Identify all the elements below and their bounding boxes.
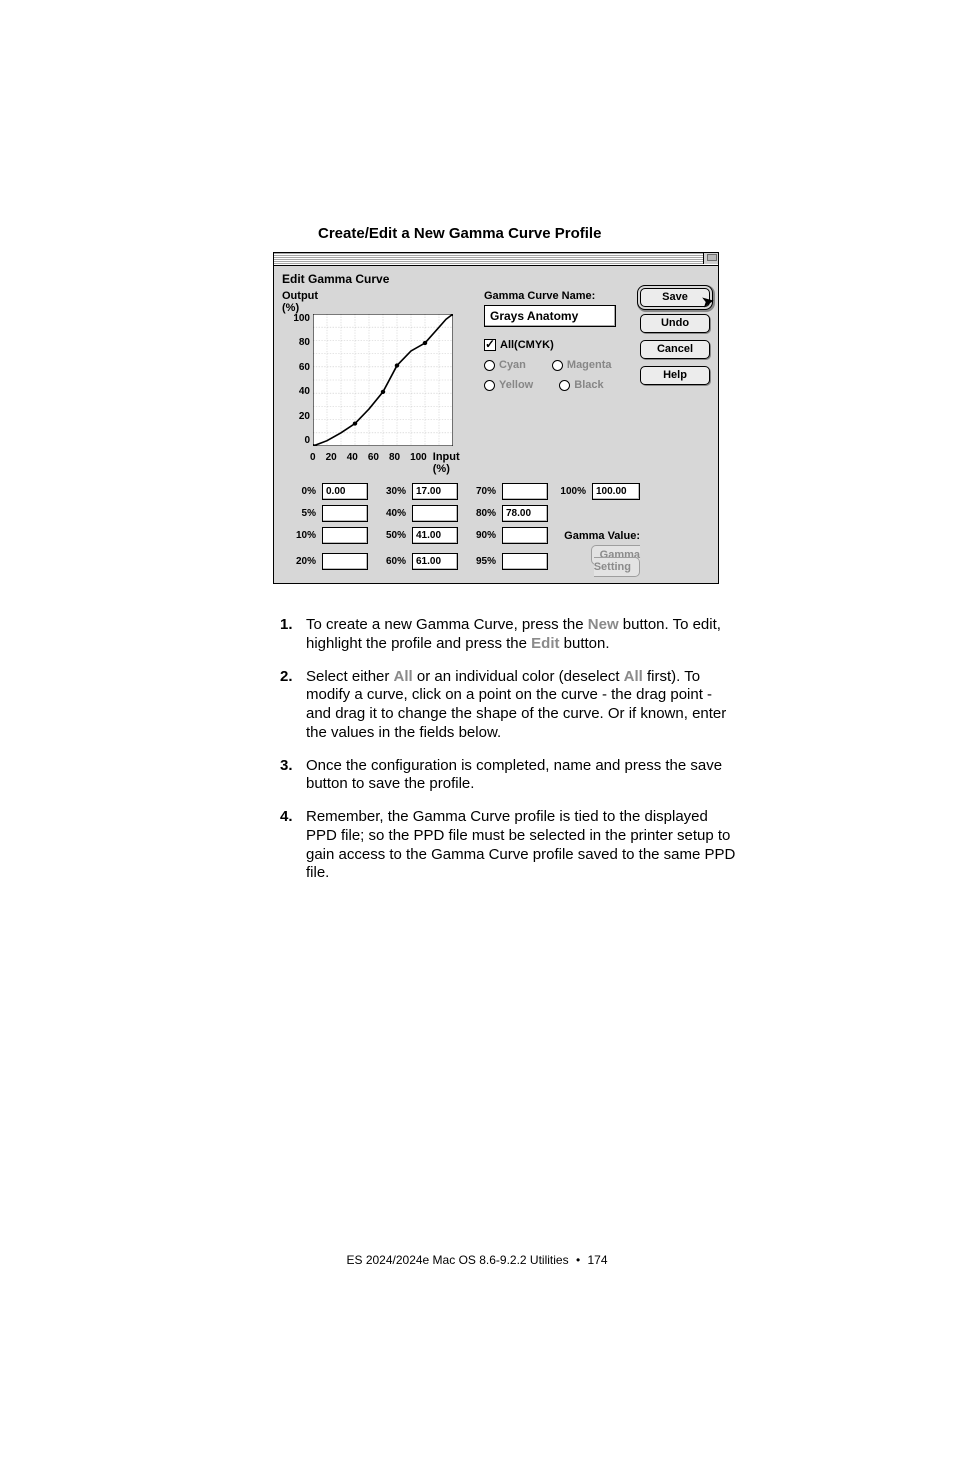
yellow-radio[interactable] — [484, 380, 495, 391]
gamma-curve-plot[interactable] — [313, 314, 453, 446]
label-40pct: 40% — [372, 508, 408, 519]
label-80pct: 80% — [462, 508, 498, 519]
label-0pct: 0% — [282, 486, 318, 497]
label-90pct: 90% — [462, 530, 498, 541]
instruction-step-3: Once the configuration is completed, nam… — [280, 757, 740, 795]
yellow-label: Yellow — [499, 379, 533, 391]
all-cmyk-label: All(CMYK) — [500, 339, 554, 351]
label-60pct: 60% — [372, 556, 408, 567]
section-title: Create/Edit a New Gamma Curve Profile — [318, 225, 954, 242]
label-100pct: 100% — [552, 486, 588, 497]
input-30pct[interactable]: 17.00 — [412, 483, 458, 500]
x-axis-ticks: 0 20 40 60 80 100 — [310, 452, 427, 463]
cyan-radio[interactable] — [484, 360, 495, 371]
label-70pct: 70% — [462, 486, 498, 497]
gamma-value-label: Gamma Value: — [552, 530, 640, 542]
instruction-list: To create a new Gamma Curve, press the N… — [280, 616, 740, 883]
label-10pct: 10% — [282, 530, 318, 541]
page-footer: ES 2024/2024e Mac OS 8.6-9.2.2 Utilities… — [0, 1253, 954, 1267]
output-axis-label: Output (%) — [282, 290, 472, 314]
gamma-chart-area: Output (%) 100 80 60 40 20 0 — [282, 290, 472, 475]
input-80pct[interactable]: 78.00 — [502, 505, 548, 522]
window-titlebar — [274, 253, 718, 266]
input-50pct[interactable]: 41.00 — [412, 527, 458, 544]
y-axis-ticks: 100 80 60 40 20 0 — [282, 314, 313, 446]
input-20pct[interactable] — [322, 553, 368, 570]
value-input-grid: 0% 0.00 30% 17.00 70% 100% 100.00 5% 40%… — [282, 483, 710, 573]
mouse-cursor-icon: ➤ — [701, 292, 716, 311]
instruction-step-1: To create a new Gamma Curve, press the N… — [280, 616, 740, 654]
input-axis-label: Input (%) — [433, 451, 472, 475]
input-0pct[interactable]: 0.00 — [322, 483, 368, 500]
all-cmyk-checkbox[interactable] — [484, 339, 496, 351]
instruction-step-4: Remember, the Gamma Curve profile is tie… — [280, 808, 740, 883]
input-100pct[interactable]: 100.00 — [592, 483, 640, 500]
label-20pct: 20% — [282, 556, 318, 567]
input-5pct[interactable] — [322, 505, 368, 522]
gamma-curve-name-field[interactable]: Grays Anatomy — [484, 305, 616, 327]
gamma-setting-button[interactable]: Gamma Setting — [591, 545, 640, 577]
cyan-label: Cyan — [499, 359, 526, 371]
magenta-label: Magenta — [567, 359, 612, 371]
cancel-button[interactable]: Cancel — [640, 340, 710, 359]
magenta-radio[interactable] — [552, 360, 563, 371]
window-zoom-box[interactable] — [703, 253, 718, 264]
gamma-curve-name-label: Gamma Curve Name: — [484, 290, 628, 302]
input-10pct[interactable] — [322, 527, 368, 544]
save-button[interactable]: Save ➤ — [640, 288, 710, 307]
label-50pct: 50% — [372, 530, 408, 541]
input-70pct[interactable] — [502, 483, 548, 500]
input-90pct[interactable] — [502, 527, 548, 544]
label-95pct: 95% — [462, 556, 498, 567]
dialog-window: Edit Gamma Curve Output (%) 100 80 60 40 — [273, 252, 719, 584]
help-button[interactable]: Help — [640, 366, 710, 385]
input-60pct[interactable]: 61.00 — [412, 553, 458, 570]
label-30pct: 30% — [372, 486, 408, 497]
black-radio[interactable] — [559, 380, 570, 391]
label-5pct: 5% — [282, 508, 318, 519]
input-40pct[interactable] — [412, 505, 458, 522]
instruction-step-2: Select either All or an individual color… — [280, 668, 740, 743]
black-label: Black — [574, 379, 603, 391]
undo-button[interactable]: Undo — [640, 314, 710, 333]
input-95pct[interactable] — [502, 553, 548, 570]
window-title: Edit Gamma Curve — [282, 272, 710, 286]
